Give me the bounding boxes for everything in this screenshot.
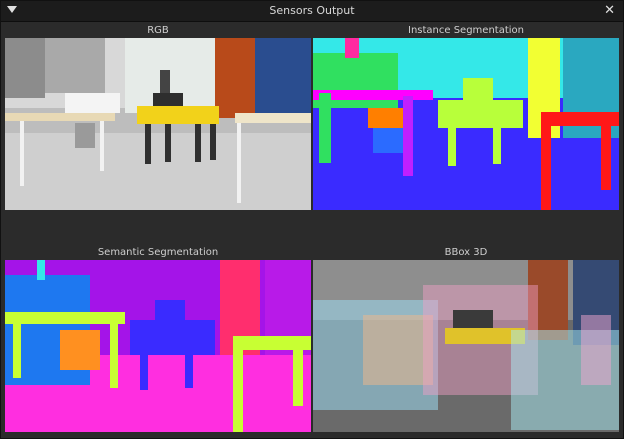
- close-icon[interactable]: ✕: [604, 3, 615, 19]
- semantic-segmentation-label: Semantic Segmentation: [97, 247, 219, 258]
- sensors-output-window: Sensors Output ✕ RGB Instance Segmentati…: [0, 0, 624, 439]
- bbox-3d-label: BBox 3D: [444, 247, 488, 258]
- instance-segmentation-label: Instance Segmentation: [408, 25, 524, 36]
- bbox-3d-view: [313, 260, 619, 432]
- semantic-segmentation-view: [5, 260, 311, 432]
- window-title: Sensors Output: [269, 4, 355, 17]
- rgb-view: [5, 38, 311, 210]
- title-bar[interactable]: Sensors Output ✕: [1, 1, 623, 22]
- rgb-label: RGB: [147, 25, 169, 36]
- instance-segmentation-view: [313, 38, 619, 210]
